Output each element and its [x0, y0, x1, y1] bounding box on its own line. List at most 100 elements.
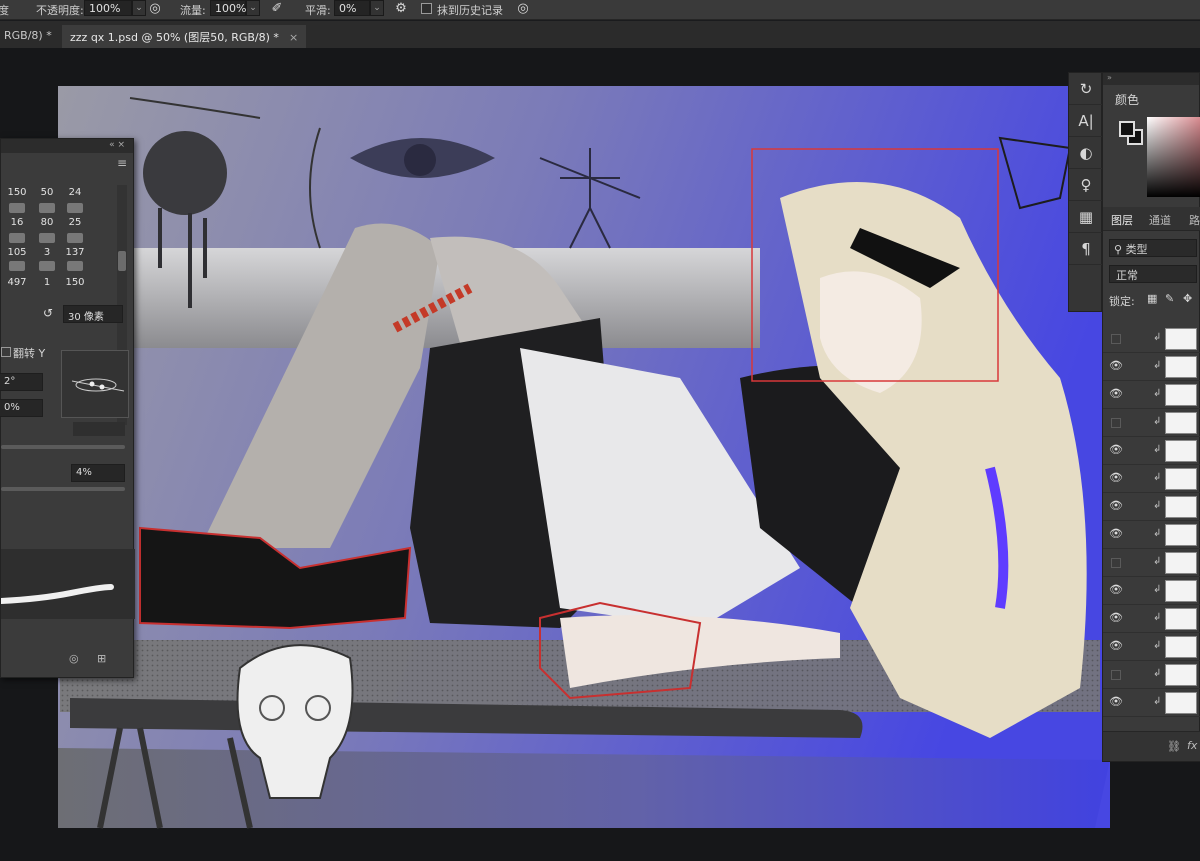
close-icon[interactable]: × [289, 31, 298, 44]
panel-menu-icon[interactable]: ≡ [117, 156, 127, 170]
layers-tab-bar: 图层 通道 路 [1103, 207, 1200, 231]
layer-thumbnail [1165, 552, 1197, 574]
panel-collapse-handle-right[interactable]: » [1103, 73, 1199, 85]
clip-icon: ↲ [1153, 640, 1162, 651]
visibility-toggle[interactable] [1111, 418, 1121, 428]
flow-dropdown[interactable]: ⌄ [246, 0, 260, 16]
layer-row[interactable]: 👁 ↲ [1103, 493, 1200, 521]
fx-icon[interactable]: fx [1187, 739, 1197, 752]
brush-size[interactable]: 1 [33, 277, 61, 288]
brush-grid-scroll-thumb[interactable] [118, 251, 126, 271]
brush-size[interactable]: 16 [3, 217, 31, 228]
angle-field[interactable]: 2° [0, 373, 43, 391]
reset-size-icon[interactable]: ↺ [43, 306, 53, 320]
brush-size[interactable]: 80 [33, 217, 61, 228]
divider [1, 445, 125, 449]
brush-tip-preview[interactable] [61, 350, 129, 418]
layer-row[interactable]: 👁 ↲ [1103, 521, 1200, 549]
brush-size[interactable]: 24 [61, 187, 89, 198]
collapsed-panels-strip: ↻ A| ◐ ♀ ▦ ¶ [1068, 72, 1103, 312]
visibility-toggle[interactable] [1111, 670, 1121, 680]
link-layers-icon[interactable]: ⛓ [1167, 740, 1181, 753]
brush-size[interactable]: 105 [3, 247, 31, 258]
layer-row[interactable]: 👁 ↲ [1103, 633, 1200, 661]
layer-thumbnail [1165, 468, 1197, 490]
tab-layers[interactable]: 图层 [1111, 212, 1133, 228]
tab-paths[interactable]: 路 [1189, 212, 1200, 228]
roundness-field[interactable]: 0% [0, 399, 43, 417]
layer-row[interactable]: 👁 ↲ [1103, 353, 1200, 381]
airbrush-icon[interactable]: ✐ [268, 0, 286, 18]
pressure-size-icon[interactable]: ◎ [514, 0, 532, 18]
brush-size[interactable]: 3 [33, 247, 61, 258]
flow-field[interactable]: 100% [210, 0, 246, 16]
layer-row[interactable]: ↲ [1103, 661, 1200, 689]
layers-list: ↲ 👁 ↲ 👁 ↲ ↲ 👁 ↲ 👁 ↲ 👁 ↲ 👁 ↲ ↲ 👁 ↲ 👁 ↲ 👁 ↲ ↲ 👁 ↲ [1103, 325, 1200, 725]
tab-channels[interactable]: 通道 [1149, 212, 1171, 228]
layer-row[interactable]: 👁 ↲ [1103, 605, 1200, 633]
eye-icon[interactable]: 👁 [1109, 696, 1123, 708]
lock-position-icon[interactable]: ✥ [1183, 292, 1192, 305]
libraries-icon[interactable]: ▦ [1069, 201, 1103, 233]
layer-row[interactable]: 👁 ↲ [1103, 465, 1200, 493]
tab-document-1[interactable]: RGB/8) * [0, 25, 60, 48]
brush-size[interactable]: 150 [61, 277, 89, 288]
panel-collapse-handle[interactable]: « × [1, 139, 133, 153]
lock-transparent-icon[interactable]: ▦ [1147, 292, 1157, 305]
layer-row[interactable]: 👁 ↲ [1103, 577, 1200, 605]
spacing-field[interactable]: 4% [71, 464, 125, 482]
character-icon[interactable]: A| [1069, 105, 1103, 137]
eye-icon[interactable]: 👁 [1109, 500, 1123, 512]
brush-size[interactable]: 25 [61, 217, 89, 228]
opacity-dropdown[interactable]: ⌄ [132, 0, 146, 16]
illustration-canvas[interactable] [0, 48, 1200, 861]
flip-y-checkbox[interactable] [1, 347, 11, 357]
color-picker-field[interactable] [1147, 117, 1200, 197]
eye-icon[interactable]: 👁 [1109, 388, 1123, 400]
paragraph-icon[interactable]: ¶ [1069, 233, 1103, 265]
layer-thumbnail [1165, 440, 1197, 462]
opacity-field[interactable]: 100% [84, 0, 132, 16]
pressure-opacity-icon[interactable]: ◎ [146, 0, 164, 18]
smoothing-field[interactable]: 0% [334, 0, 370, 16]
layer-row[interactable]: ↲ [1103, 549, 1200, 577]
adjustments-icon[interactable]: ◐ [1069, 137, 1103, 169]
blend-mode-select[interactable]: 正常 [1109, 265, 1197, 283]
brush-size[interactable]: 150 [3, 187, 31, 198]
gear-icon[interactable]: ⚙ [392, 0, 410, 18]
layer-row[interactable]: ↲ [1103, 325, 1200, 353]
brush-size[interactable]: 497 [3, 277, 31, 288]
clip-icon: ↲ [1153, 416, 1162, 427]
new-preset-icon[interactable]: ⊞ [97, 652, 106, 665]
styles-icon[interactable]: ♀ [1069, 169, 1103, 201]
visibility-toggle[interactable] [1111, 558, 1121, 568]
layer-row[interactable]: ↲ [1103, 409, 1200, 437]
layer-row[interactable]: 👁 ↲ [1103, 437, 1200, 465]
erase-history-checkbox[interactable] [421, 3, 432, 14]
history-icon[interactable]: ↻ [1069, 73, 1103, 105]
canvas-area[interactable] [0, 48, 1200, 861]
eye-icon[interactable]: 👁 [1109, 444, 1123, 456]
foreground-background-swatch[interactable] [1119, 121, 1145, 147]
layer-thumbnail [1165, 524, 1197, 546]
eye-icon[interactable]: 👁 [1109, 360, 1123, 372]
brush-size[interactable]: 137 [61, 247, 89, 258]
eye-icon[interactable]: 👁 [1109, 528, 1123, 540]
eye-icon[interactable]: 👁 [1109, 472, 1123, 484]
smoothing-dropdown[interactable]: ⌄ [370, 0, 384, 16]
visibility-toggle[interactable] [1111, 334, 1121, 344]
toggle-preview-icon[interactable]: ◎ [69, 652, 79, 665]
eye-icon[interactable]: 👁 [1109, 584, 1123, 596]
tab-document-2[interactable]: zzz qx 1.psd @ 50% (图层50, RGB/8) * × [62, 25, 307, 48]
size-field[interactable]: 30 像素 [63, 305, 123, 323]
layer-row[interactable]: 👁 ↲ [1103, 689, 1200, 717]
brush-size[interactable]: 50 [33, 187, 61, 198]
layer-thumbnail [1165, 356, 1197, 378]
layer-row[interactable]: 👁 ↲ [1103, 381, 1200, 409]
eye-icon[interactable]: 👁 [1109, 612, 1123, 624]
color-panel-title: 颜色 [1115, 93, 1140, 107]
stroke-preview [0, 549, 135, 619]
eye-icon[interactable]: 👁 [1109, 640, 1123, 652]
lock-image-icon[interactable]: ✎ [1165, 292, 1174, 305]
layer-filter-select[interactable]: ⚲ 类型 [1109, 239, 1197, 257]
